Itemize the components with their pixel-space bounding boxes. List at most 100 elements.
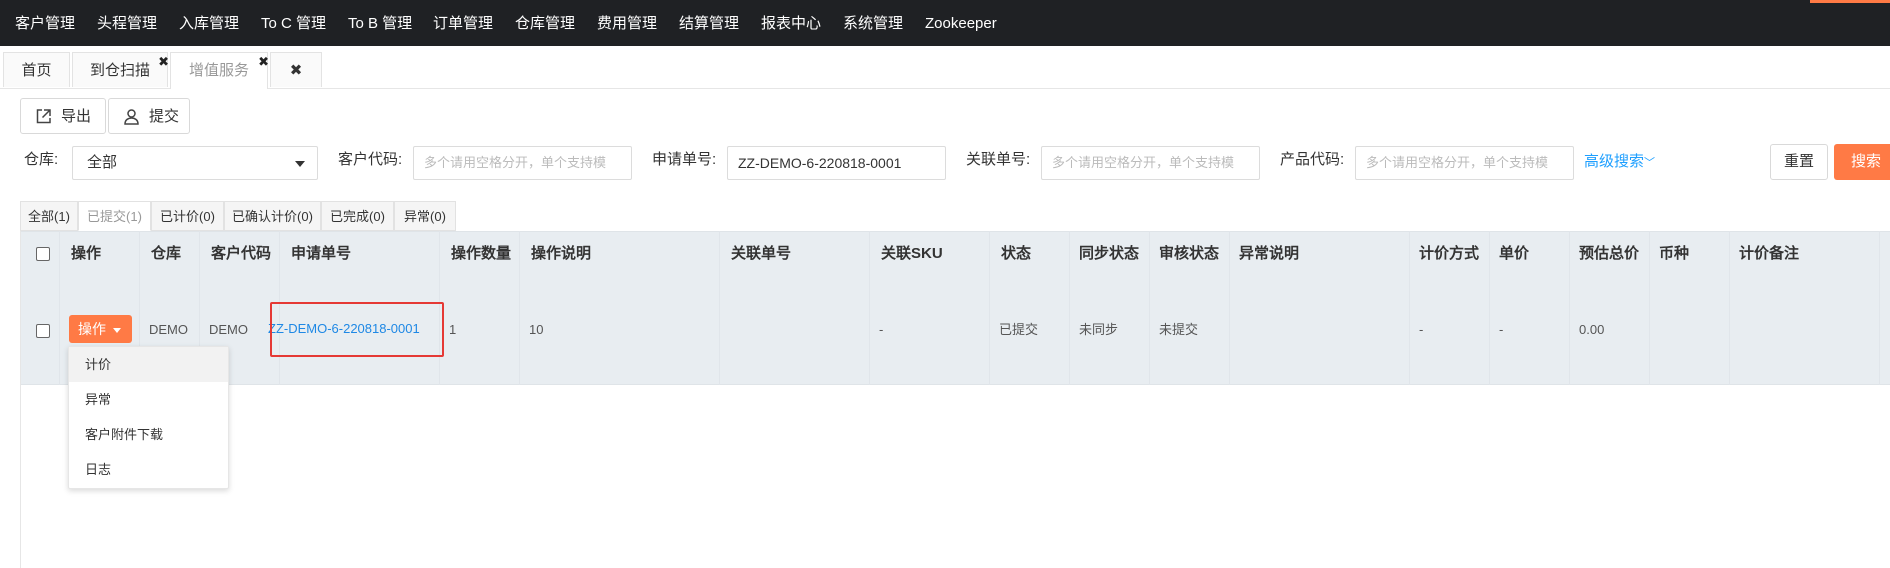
nav-settlement-management[interactable]: 结算管理 [679, 0, 739, 46]
nav-first-leg-management[interactable]: 头程管理 [97, 0, 157, 46]
close-icon[interactable]: ✖ [158, 44, 169, 80]
select-all-checkbox[interactable] [36, 247, 50, 261]
col-sync-status: 同步状态 [1079, 245, 1140, 262]
col-currency: 币种 [1659, 245, 1690, 262]
menu-item-pricing[interactable]: 计价 [69, 347, 228, 382]
product-code-label: 产品代码: [1280, 151, 1345, 168]
advanced-search-link[interactable]: 高级搜索﹀ [1584, 150, 1655, 171]
col-review-status: 审核状态 [1159, 245, 1220, 262]
reset-button[interactable]: 重置 [1770, 144, 1828, 180]
nav-zookeeper[interactable]: Zookeeper [925, 0, 997, 46]
cell-est-total: 0.00 [1579, 322, 1605, 337]
submit-button[interactable]: 提交 [108, 98, 190, 134]
column-divider [1489, 231, 1490, 385]
col-pricing-note: 计价备注 [1739, 245, 1800, 262]
tab-label: 增值服务 [188, 62, 249, 79]
close-icon[interactable]: ✖ [290, 62, 303, 79]
col-related-no: 关联单号 [731, 245, 792, 262]
customer-code-label: 客户代码: [338, 151, 403, 168]
related-no-label: 关联单号: [966, 151, 1031, 168]
cell-sync-status: 未同步 [1079, 322, 1119, 337]
col-related-sku: 关联SKU [881, 245, 943, 262]
col-est-total: 预估总价 [1579, 245, 1640, 262]
cell-op-qty: 1 [449, 322, 457, 337]
col-warehouse: 仓库 [151, 245, 182, 262]
col-operation: 操作 [71, 245, 102, 262]
page-tab-strip: 首页 到仓扫描 ✖ 增值服务 ✖ ✖ [0, 46, 1890, 89]
status-tab-all[interactable]: 全部(1) [20, 201, 78, 231]
table-header: 操作 仓库 客户代码 申请单号 操作数量 操作说明 关联单号 关联SKU 状态 … [21, 231, 1890, 277]
nav-warehouse-management[interactable]: 仓库管理 [515, 0, 575, 46]
menu-item-attachment-download[interactable]: 客户附件下载 [69, 417, 228, 452]
column-divider [989, 231, 990, 385]
export-icon [36, 109, 51, 124]
cell-related-sku: - [879, 322, 884, 337]
service-table: 操作 仓库 客户代码 申请单号 操作数量 操作说明 关联单号 关联SKU 状态 … [20, 231, 1890, 568]
warehouse-filter-label: 仓库: [24, 151, 59, 168]
row-checkbox[interactable] [36, 324, 50, 338]
col-status: 状态 [1001, 245, 1032, 262]
nav-inbound-management[interactable]: 入库管理 [179, 0, 239, 46]
col-unit-price: 单价 [1499, 245, 1530, 262]
col-customer-code: 客户代码 [211, 245, 272, 262]
status-tab-submitted[interactable]: 已提交(1) [78, 201, 151, 231]
nav-customer-management[interactable]: 客户管理 [15, 0, 75, 46]
operation-dropdown-button[interactable]: 操作 [69, 315, 132, 343]
operation-dropdown-menu: 计价 异常 客户附件下载 日志 [68, 346, 229, 489]
column-divider [1729, 231, 1730, 385]
nav-order-management[interactable]: 订单管理 [433, 0, 493, 46]
chevron-down-icon [295, 161, 305, 167]
tab-arrival-scan[interactable]: 到仓扫描 ✖ [72, 52, 169, 87]
tab-value-added-service[interactable]: 增值服务 ✖ [170, 52, 269, 89]
col-request-no: 申请单号 [291, 245, 352, 262]
status-tab-exception[interactable]: 异常(0) [394, 201, 456, 231]
column-divider [719, 231, 720, 385]
request-no-input[interactable]: ZZ-DEMO-6-220818-0001 [727, 146, 946, 180]
nav-toc-management[interactable]: To C 管理 [261, 0, 326, 46]
user-icon [124, 109, 139, 125]
cell-review-status: 未提交 [1159, 322, 1199, 337]
column-divider [1879, 231, 1880, 385]
product-code-input[interactable]: 多个请用空格分开，单个支持模 [1355, 146, 1574, 180]
col-op-qty: 操作数量 [451, 245, 512, 262]
warehouse-select-value: 全部 [87, 154, 118, 171]
cell-unit-price: - [1499, 322, 1504, 337]
col-exception-desc: 异常说明 [1239, 245, 1300, 262]
top-navigation-bar: 客户管理 头程管理 入库管理 To C 管理 To B 管理 订单管理 仓库管理… [0, 0, 1890, 46]
column-divider [1069, 231, 1070, 385]
tab-close-all[interactable]: ✖ [270, 52, 322, 87]
column-divider [59, 231, 60, 385]
search-button[interactable]: 搜索 [1834, 144, 1890, 180]
top-accent-strip [1810, 0, 1890, 3]
export-button[interactable]: 导出 [20, 98, 106, 134]
column-divider [1649, 231, 1650, 385]
cell-status: 已提交 [999, 322, 1039, 337]
nav-system-management[interactable]: 系统管理 [843, 0, 903, 46]
customer-code-input[interactable]: 多个请用空格分开，单个支持模 [413, 146, 632, 180]
cell-op-desc: 10 [529, 322, 544, 337]
close-icon[interactable]: ✖ [258, 44, 269, 80]
tab-home[interactable]: 首页 [3, 52, 70, 87]
submit-label: 提交 [149, 108, 180, 125]
highlight-box [270, 302, 444, 357]
advanced-search-label: 高级搜索 [1584, 153, 1645, 170]
menu-item-log[interactable]: 日志 [69, 452, 228, 487]
status-tab-priced[interactable]: 已计价(0) [151, 201, 224, 231]
column-divider [1229, 231, 1230, 385]
status-tab-completed[interactable]: 已完成(0) [321, 201, 394, 231]
column-divider [519, 231, 520, 385]
related-no-input[interactable]: 多个请用空格分开，单个支持模 [1041, 146, 1260, 180]
column-divider [869, 231, 870, 385]
request-no-label: 申请单号: [652, 151, 717, 168]
nav-report-center[interactable]: 报表中心 [761, 0, 821, 46]
menu-item-exception[interactable]: 异常 [69, 382, 228, 417]
column-divider [1149, 231, 1150, 385]
status-tab-price-confirmed[interactable]: 已确认计价(0) [224, 201, 321, 231]
chevron-down-icon: ﹀ [1644, 157, 1656, 169]
nav-fee-management[interactable]: 费用管理 [597, 0, 657, 46]
warehouse-select[interactable]: 全部 [72, 146, 318, 180]
col-pricing-method: 计价方式 [1419, 245, 1480, 262]
nav-tob-management[interactable]: To B 管理 [348, 0, 412, 46]
export-label: 导出 [61, 108, 92, 125]
tab-label: 到仓扫描 [89, 62, 150, 79]
